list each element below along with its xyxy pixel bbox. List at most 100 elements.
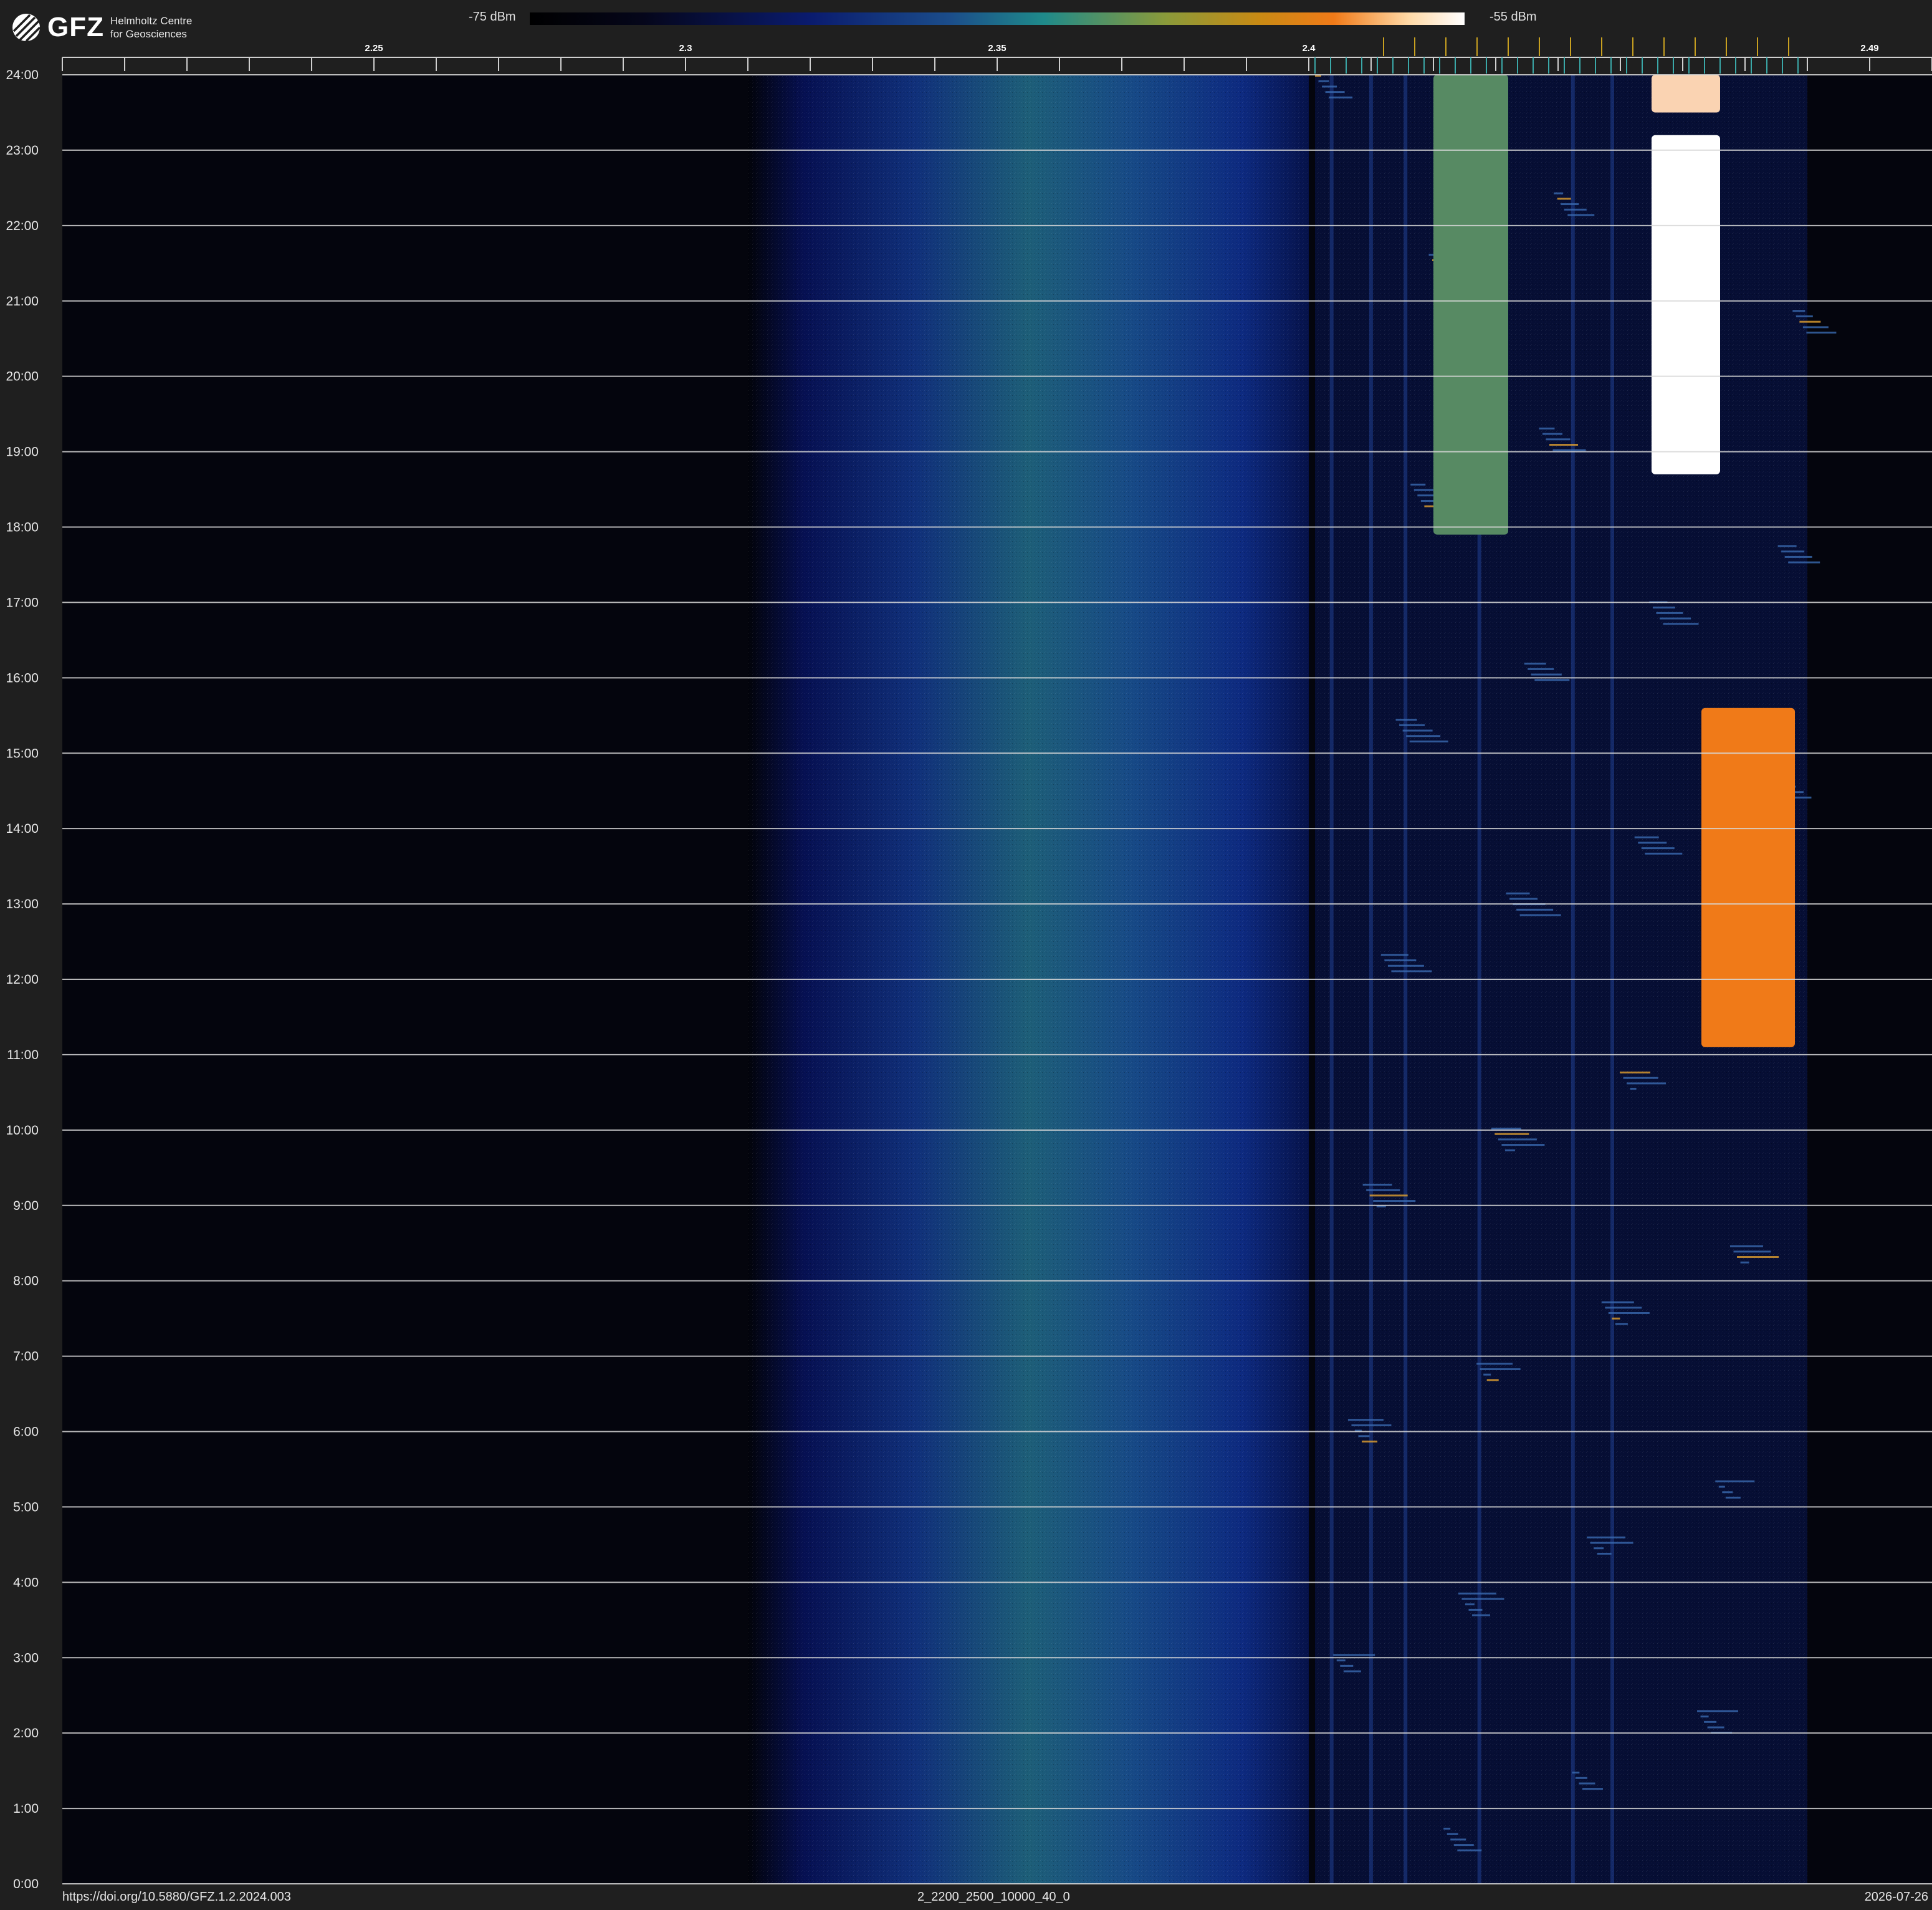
signal-burst [1575,1777,1587,1779]
signal-burst [1564,208,1587,211]
x-tick-label: 2.3 [679,43,692,54]
signal-burst [1318,80,1329,82]
signal-burst [1542,433,1562,435]
y-tick-label: 3:00 [13,1651,39,1665]
y-tick-label: 5:00 [13,1500,39,1514]
signal-burst [1729,1245,1763,1247]
signal-burst [1458,1592,1496,1595]
signal-burst [1567,214,1595,216]
signal-burst [1406,735,1441,737]
signal-burst [1597,1552,1612,1555]
signal-burst [1447,1833,1458,1835]
signal-burst [1788,561,1820,564]
signal-burst [1443,1828,1451,1830]
signal-burst [1325,91,1345,94]
signal-burst [1531,673,1562,676]
signal-burst [1587,1536,1626,1538]
signal-burst [1623,1077,1658,1079]
signal-burst [1554,192,1564,194]
signal-burst [1605,1307,1642,1309]
y-tick-label: 22:00 [6,219,39,233]
signal-burst [1582,1788,1603,1790]
signal-burst [1366,1189,1400,1191]
signal-burst [1528,668,1554,670]
signal-burst [1453,1844,1474,1846]
feature-strong-signal-5 [1433,75,1508,535]
signal-burst [1358,1435,1370,1437]
signal-burst [1552,449,1586,451]
signal-burst [1472,1614,1491,1616]
signal-burst [1590,1542,1633,1544]
signal-burst [1519,914,1561,916]
x-tick-label: 2.49 [1860,43,1878,54]
signal-burst [1373,1200,1416,1202]
signal-burst [1615,1323,1628,1325]
feature-strong-signal-2 [1652,135,1720,474]
signal-burst [1612,1317,1620,1320]
signal-burst [1483,1373,1491,1376]
y-tick-label: 19:00 [6,445,39,459]
signal-burst [1707,1726,1724,1729]
signal-burst [1410,483,1426,486]
signal-burst [1557,198,1571,200]
signal-burst [1733,1250,1771,1253]
doi-link[interactable]: https://doi.org/10.5880/GFZ.1.2.2024.003 [62,1890,291,1904]
signal-burst [1461,1598,1504,1600]
feature-strong-signal-4 [1701,708,1795,1047]
signal-burst [1395,719,1417,721]
y-tick-label: 21:00 [6,294,39,309]
signal-burst [1806,332,1837,334]
signal-burst [1333,1654,1375,1656]
y-tick-label: 0:00 [13,1877,39,1891]
signal-burst [1509,898,1538,900]
y-tick-label: 15:00 [6,746,39,761]
y-tick-label: 9:00 [13,1199,39,1213]
signal-burst [1645,852,1683,855]
signal-burst [1362,1441,1378,1443]
signal-burst [1387,964,1424,967]
signal-burst [1630,1088,1637,1090]
signal-burst [1539,427,1555,430]
signal-burst [1336,1659,1346,1662]
signal-burst [1369,1194,1408,1197]
signal-burst [1700,1716,1709,1718]
spectrogram-chart: 2.25 2.3 2.35 2.4 2.49 0:00 1:00 2:00 3:00 4:00 5… [6,37,1932,1891]
y-tick-label: 6:00 [13,1425,39,1439]
signal-burst [1486,1379,1499,1381]
y-tick-label: 12:00 [6,972,39,987]
signal-burst [1725,1496,1741,1499]
signal-burst [1384,959,1417,962]
signal-burst [1663,623,1699,625]
signal-burst [1781,550,1805,553]
signal-burst [1799,320,1821,323]
signal-burst [1634,836,1659,838]
signal-burst [1501,1144,1545,1146]
signal-burst [1491,1127,1521,1130]
signal-burst [1516,908,1554,911]
y-tick-label: 7:00 [13,1350,39,1364]
signal-burst [1572,1772,1580,1774]
x-axis: 2.25 2.3 2.35 2.4 2.49 [62,37,1932,74]
x-tick-label: 2.25 [365,43,383,54]
signal-burst [1549,444,1579,446]
y-tick-label: 20:00 [6,370,39,384]
signal-burst [1546,438,1571,441]
date-label: 2026-07-26 [1864,1890,1928,1904]
signal-burst [1656,612,1683,614]
signal-burst [1413,489,1433,491]
y-tick-label: 23:00 [6,143,39,158]
signal-burst [1579,1782,1595,1785]
signal-burst [1608,1312,1650,1314]
signal-burst [1468,1608,1483,1611]
signal-burst [1343,1670,1361,1672]
feature-strong-signal-3 [1652,75,1720,113]
signal-burst [1409,740,1448,742]
y-tick-label: 18:00 [6,521,39,535]
signal-burst [1660,617,1691,620]
signal-burst [1740,1261,1749,1264]
signal-burst [1796,315,1813,317]
signal-burst [1652,607,1675,609]
signal-burst [1627,1082,1667,1085]
signal-burst [1792,310,1805,312]
signal-burst [1347,1419,1384,1421]
